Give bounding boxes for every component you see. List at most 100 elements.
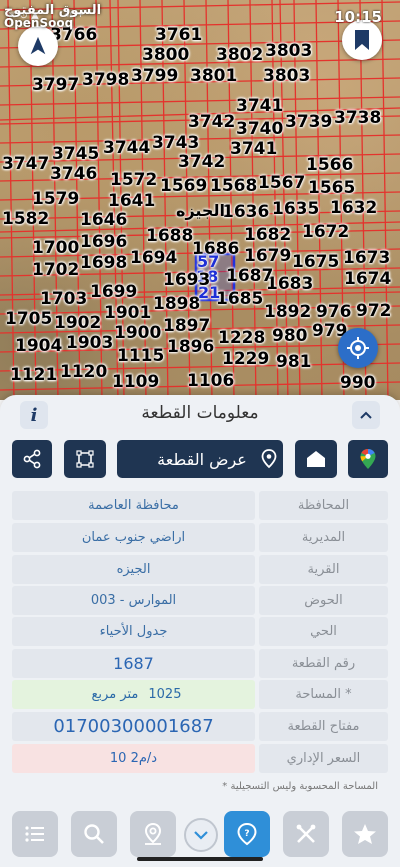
plot-number-label[interactable]: 3803	[265, 43, 312, 60]
plot-number-label[interactable]: 1674	[344, 271, 391, 288]
plot-number-label[interactable]: 1229	[222, 351, 269, 368]
plot-number-label[interactable]: 3802	[216, 47, 263, 64]
plot-key-label: مفتاح القطعة	[259, 712, 388, 741]
plot-number-label[interactable]: 1904	[15, 338, 62, 355]
location-pin-icon	[261, 449, 277, 469]
plot-number-label[interactable]: 1568	[210, 178, 257, 195]
plot-number-label[interactable]: 3744	[103, 140, 150, 157]
plot-number-label[interactable]: 3741	[230, 141, 277, 158]
plot-number-label[interactable]: 1685	[216, 291, 263, 308]
plot-number-label[interactable]: 1903	[66, 335, 113, 352]
row-plot-number: 1687 رقم القطعة	[12, 649, 388, 678]
plot-number-label[interactable]: 3743	[152, 135, 199, 152]
plot-number-label[interactable]: 1679	[244, 248, 291, 265]
plot-number-label[interactable]: 1582	[2, 211, 49, 228]
plot-number-label[interactable]: 1565	[308, 180, 355, 197]
plot-key-value[interactable]: 01700300001687	[12, 712, 255, 741]
row-plot-key: 01700300001687 مفتاح القطعة	[12, 712, 388, 741]
plot-number-label[interactable]: 1632	[330, 200, 377, 217]
plot-number-label[interactable]: 1699	[90, 284, 137, 301]
plot-number-label[interactable]: 1688	[146, 228, 193, 245]
collapse-button[interactable]	[352, 401, 380, 429]
plot-number-label[interactable]: 3740	[236, 121, 283, 138]
plot-number-label[interactable]: 1898	[153, 296, 200, 313]
admin-price-value: 10 د/م2	[12, 744, 255, 773]
plot-number-label[interactable]: 3803	[263, 68, 310, 85]
plot-number-label[interactable]: 1572	[110, 172, 157, 189]
plot-number-label[interactable]: 1673	[343, 250, 390, 267]
plot-number-label[interactable]: 1693	[163, 272, 210, 289]
directorate-label: المديرية	[259, 523, 388, 552]
plot-number-label[interactable]: 1896	[167, 339, 214, 356]
show-plot-button[interactable]: عرض القطعة	[117, 440, 283, 478]
plot-number-label[interactable]: 1897	[163, 318, 210, 335]
plot-number-label[interactable]: 3741	[236, 98, 283, 115]
plot-number-label[interactable]: 1705	[5, 311, 52, 328]
plot-number-label[interactable]: 972	[356, 303, 392, 320]
plot-number-label[interactable]: 3738	[334, 110, 381, 127]
plot-number-label[interactable]: 1228	[218, 330, 265, 347]
nav-favorites-button[interactable]	[342, 811, 388, 857]
plot-number-label: رقم القطعة	[259, 649, 388, 678]
nav-search-button[interactable]	[71, 811, 117, 857]
plot-number-label[interactable]: 3801	[190, 68, 237, 85]
plot-number-label[interactable]: 1121	[10, 367, 57, 384]
plot-number-label[interactable]: 1696	[80, 234, 127, 251]
plot-number-label[interactable]: 976	[316, 304, 352, 321]
nav-list-button[interactable]	[12, 811, 58, 857]
plot-number-label[interactable]: 1900	[114, 325, 161, 342]
polygon-boundary-icon	[76, 450, 94, 468]
area-unit: متر مربع	[91, 687, 139, 702]
plot-number-label[interactable]: 1567	[258, 175, 305, 192]
locate-me-button[interactable]	[338, 328, 378, 368]
plot-number-label[interactable]: 1646	[80, 212, 127, 229]
plot-number-value: 1687	[12, 649, 255, 678]
plot-number-label[interactable]: 1566	[306, 157, 353, 174]
plot-number-label[interactable]: 1109	[112, 374, 159, 391]
plot-number-label[interactable]: 1694	[130, 250, 177, 267]
plot-number-label[interactable]: 980	[272, 328, 308, 345]
nav-query-button[interactable]: ?	[224, 811, 270, 857]
plot-number-label[interactable]: 1569	[160, 178, 207, 195]
plot-number-label[interactable]: 1682	[244, 227, 291, 244]
plot-number-label[interactable]: 1892	[264, 304, 311, 321]
plot-number-label[interactable]: 1120	[60, 364, 107, 381]
nav-toggle-button[interactable]	[184, 818, 218, 852]
plot-number-label[interactable]: 1700	[32, 240, 79, 257]
plot-number-label[interactable]: 1702	[32, 262, 79, 279]
map-view[interactable]: 3766 3761 3800 3802 3803 3797 3798 3799 3801 3803…	[0, 0, 400, 400]
nav-tools-button[interactable]	[283, 811, 329, 857]
plot-number-label[interactable]: 1675	[292, 254, 339, 271]
nav-places-button[interactable]	[130, 811, 176, 857]
star-icon	[354, 824, 376, 844]
share-button[interactable]	[12, 440, 52, 478]
plot-number-label[interactable]: 981	[276, 354, 312, 371]
plot-boundary-button[interactable]	[64, 440, 106, 478]
plot-number-label[interactable]: 1703	[40, 291, 87, 308]
plot-number-label[interactable]: 3745	[52, 146, 99, 163]
favorite-button[interactable]	[295, 440, 337, 478]
plot-number-label[interactable]: 1579	[32, 191, 79, 208]
plot-number-label[interactable]: 3747	[2, 156, 49, 173]
plot-number-label[interactable]: 3798	[82, 72, 129, 89]
plot-number-label[interactable]: 1636	[222, 204, 269, 221]
plot-number-label[interactable]: 3739	[285, 114, 332, 131]
plot-number-label[interactable]: 1687	[226, 268, 273, 285]
google-maps-button[interactable]	[348, 440, 388, 478]
plot-number-label[interactable]: 3746	[50, 166, 97, 183]
plot-number-label[interactable]: 1106	[187, 373, 234, 390]
plot-number-label[interactable]: 3742	[178, 154, 225, 171]
plot-number-label[interactable]: 1641	[108, 193, 155, 210]
plot-number-label[interactable]: 990	[340, 375, 376, 392]
plot-number-label[interactable]: 3800	[142, 47, 189, 64]
plot-number-label[interactable]: 1672	[302, 224, 349, 241]
plot-number-label[interactable]: 3797	[32, 77, 79, 94]
plot-number-label[interactable]: 3742	[188, 114, 235, 131]
plot-number-label[interactable]: 1902	[54, 315, 101, 332]
plot-number-label[interactable]: 1635	[272, 201, 319, 218]
svg-text:?: ?	[244, 829, 249, 839]
plot-number-label[interactable]: 1698	[80, 255, 127, 272]
plot-number-label[interactable]: 1901	[104, 305, 151, 322]
plot-number-label[interactable]: 1115	[117, 348, 164, 365]
plot-number-label[interactable]: 3799	[131, 68, 178, 85]
